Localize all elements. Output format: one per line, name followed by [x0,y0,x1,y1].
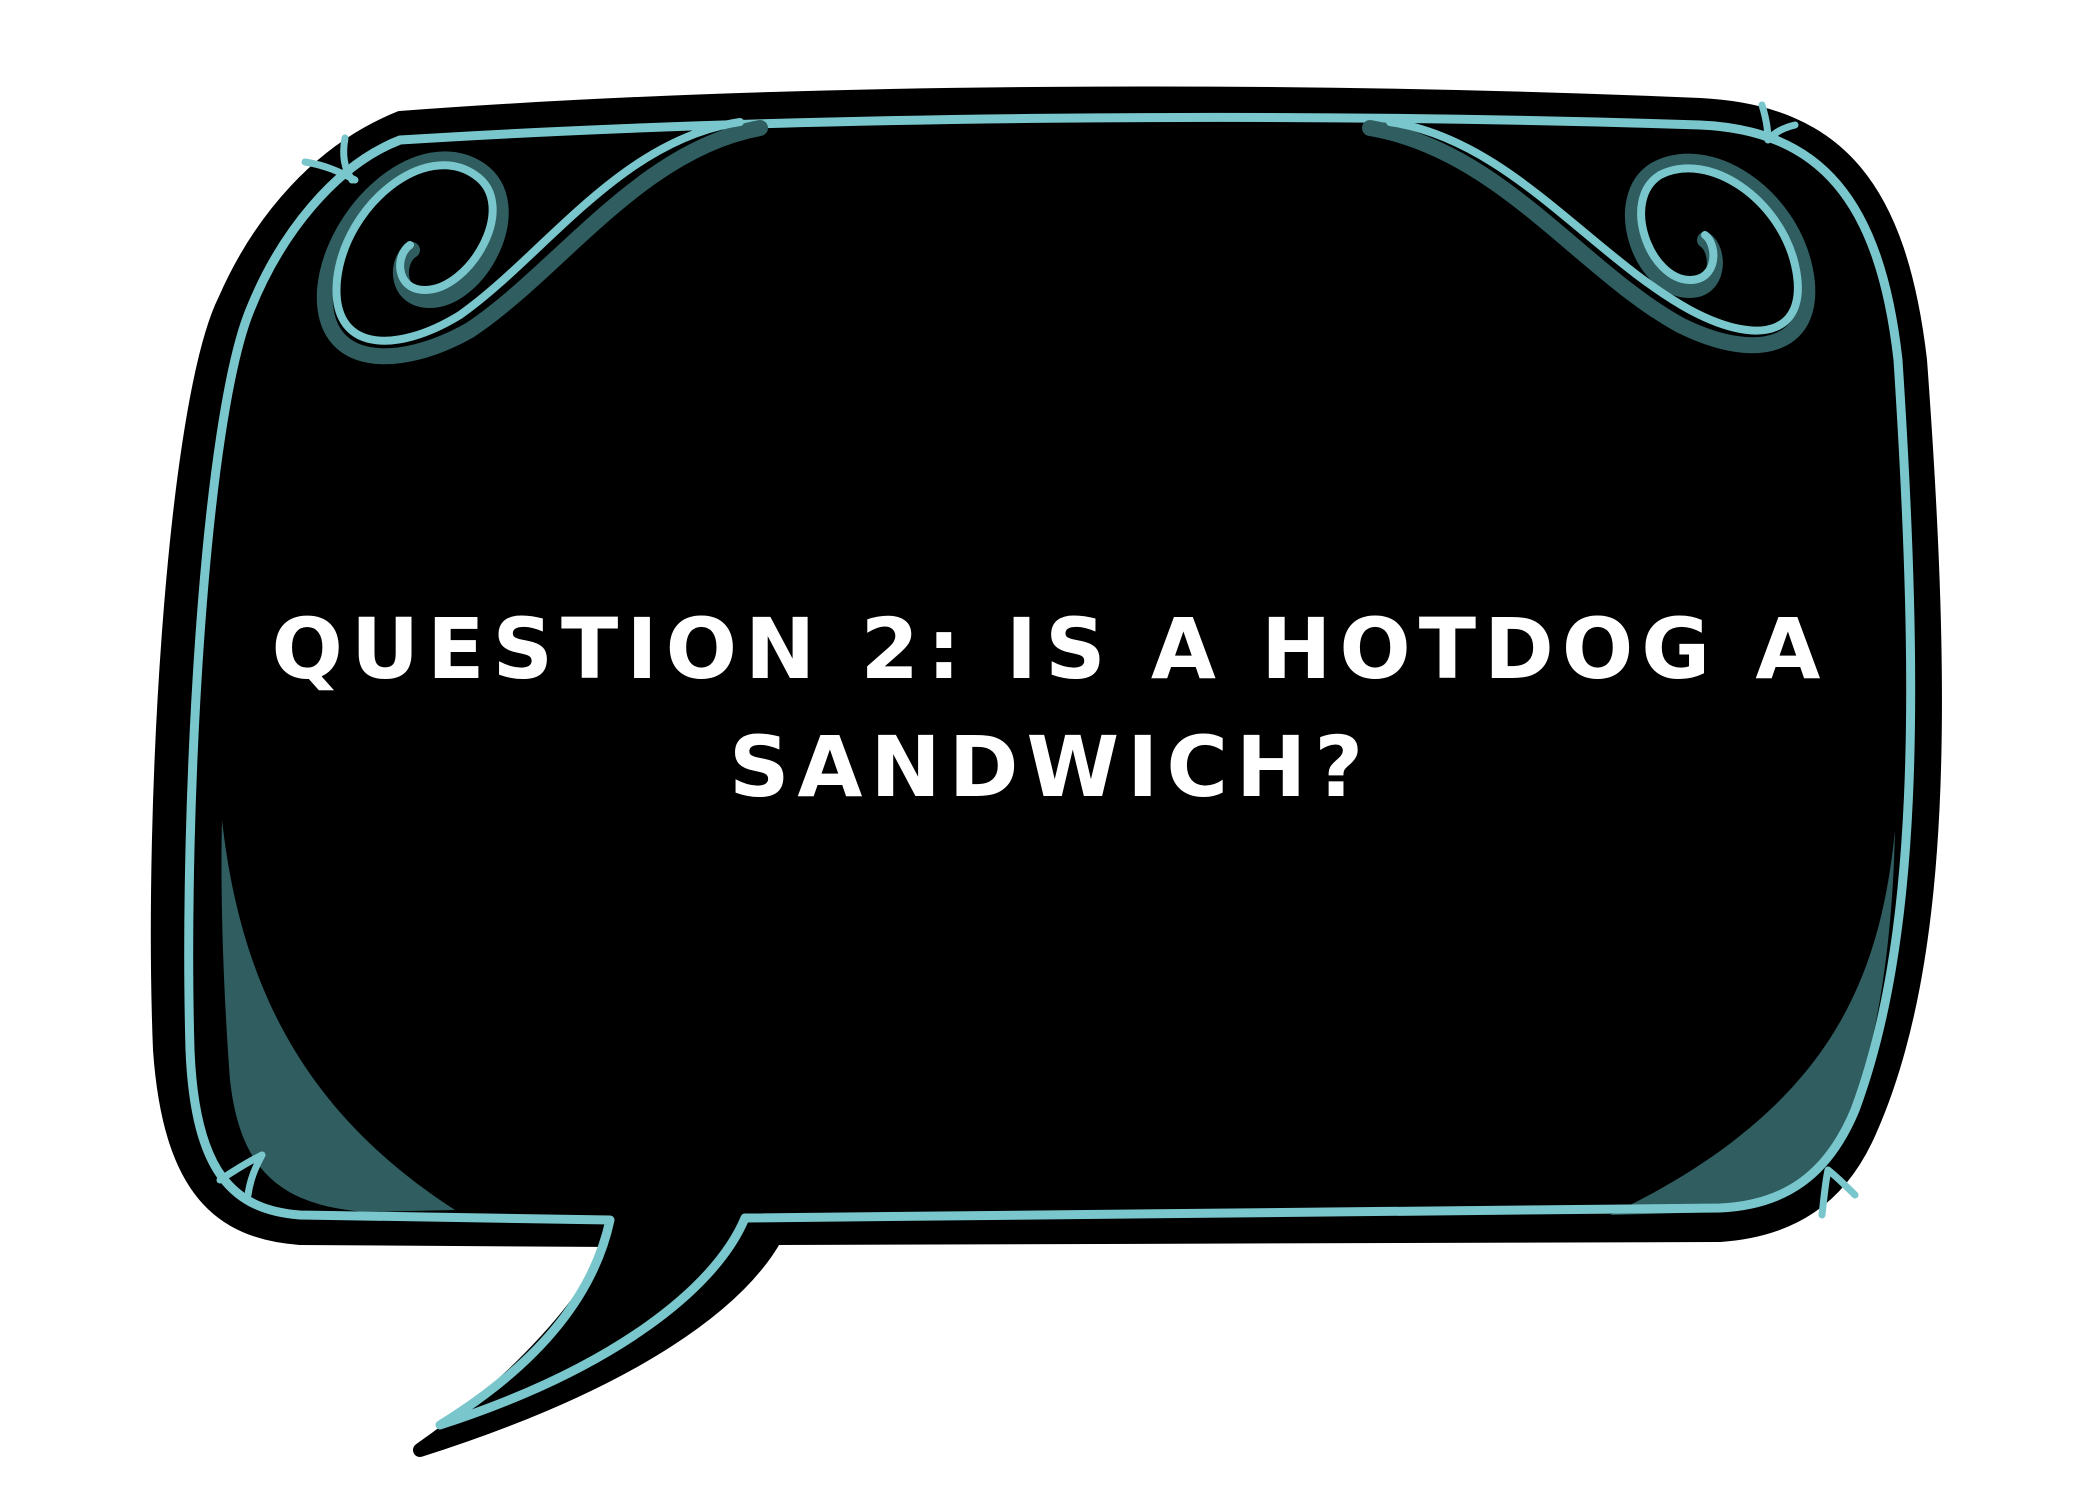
question-text: QUESTION 2: IS A HOTDOG A SANDWICH? [271,600,1829,816]
stage: QUESTION 2: IS A HOTDOG A SANDWICH? [0,0,2100,1500]
